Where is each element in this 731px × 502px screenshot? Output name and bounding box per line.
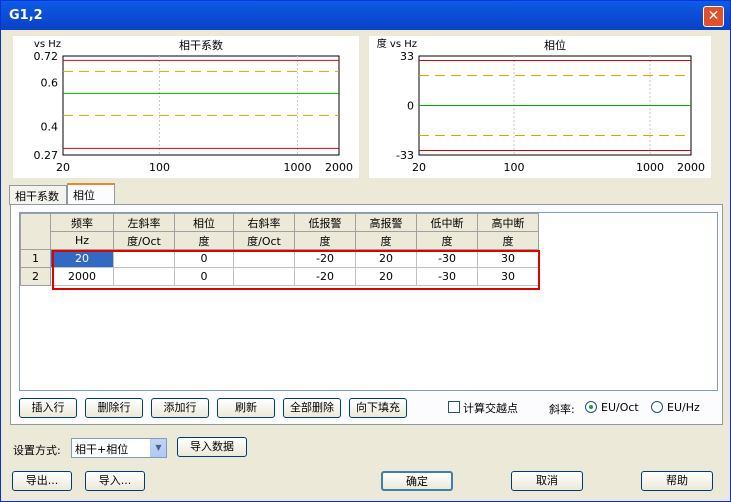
insert-row-button[interactable]: 插入行 — [19, 398, 77, 418]
close-button[interactable]: ✕ — [703, 6, 724, 27]
title-bar: G1,2 ✕ — [1, 1, 730, 30]
col-unit: Hz — [50, 231, 114, 250]
y-tick-label: 0.72 — [34, 50, 59, 63]
tab-phase[interactable]: 相位 — [67, 183, 115, 205]
col-header-frequency: 频率 — [50, 213, 114, 232]
x-tick-label: 20 — [56, 161, 70, 174]
help-button[interactable]: 帮助 — [641, 471, 713, 491]
refresh-button[interactable]: 刷新 — [217, 398, 275, 418]
tab-panel: 频率 左斜率 相位 右斜率 低报警 高报警 低中断 高中断 Hz 度/Oct 度… — [10, 204, 723, 425]
y-tick-label: 0.27 — [34, 149, 59, 162]
row-index[interactable]: 2 — [20, 267, 51, 286]
col-header-high-abort: 高中断 — [477, 213, 539, 232]
row-index[interactable]: 1 — [20, 249, 51, 268]
slope-eu-hz-radio[interactable] — [651, 401, 663, 413]
col-unit: 度/Oct — [233, 231, 295, 250]
x-tick-label: 20 — [412, 161, 426, 174]
dialog-window: G1,2 ✕ 相干系数 vs Hz 0.72 0.6 0.4 0.27 20 100 1000 2… — [0, 0, 731, 502]
table-unit-row: Hz 度/Oct 度 度/Oct 度 度 度 度 — [21, 231, 539, 250]
x-tick-label: 2000 — [677, 161, 705, 174]
calc-crossover-checkbox[interactable] — [448, 401, 460, 413]
chart-title: 相干系数 — [179, 39, 223, 52]
y-tick-label: 0 — [407, 100, 414, 113]
export-button[interactable]: 导出... — [12, 471, 72, 491]
chevron-down-icon[interactable]: ▼ — [150, 439, 166, 457]
y-tick-label: 0.6 — [41, 76, 59, 89]
slope-label: 斜率: — [549, 403, 575, 416]
col-header-low-abort: 低中断 — [416, 213, 478, 232]
col-header-high-alarm: 高报警 — [355, 213, 417, 232]
table-header-row: 频率 左斜率 相位 右斜率 低报警 高报警 低中断 高中断 — [20, 213, 539, 250]
tab-coherence[interactable]: 相干系数 — [9, 185, 67, 205]
x-tick-label: 1000 — [636, 161, 664, 174]
x-tick-label: 1000 — [283, 161, 311, 174]
y-tick-label: 0.4 — [41, 120, 59, 133]
import-button[interactable]: 导入... — [85, 471, 145, 491]
col-unit: 度 — [174, 231, 234, 250]
selection-highlight — [52, 250, 540, 290]
slope-eu-hz-label: EU/Hz — [667, 401, 700, 414]
y-tick-label: 33 — [400, 50, 414, 63]
fill-down-button[interactable]: 向下填充 — [349, 398, 407, 418]
col-unit: 度 — [294, 231, 356, 250]
col-unit: 度 — [355, 231, 417, 250]
slope-eu-oct-label: EU/Oct — [601, 401, 639, 414]
phase-chart: 相位度 vs Hz 33 0 -33 20 100 1000 2000 — [369, 36, 711, 178]
x-tick-label: 2000 — [325, 161, 353, 174]
settings-mode-value: 相干+相位 — [75, 443, 129, 456]
col-header-low-alarm: 低报警 — [294, 213, 356, 232]
settings-mode-label: 设置方式: — [13, 444, 61, 457]
col-header-right-slope: 右斜率 — [233, 213, 295, 232]
col-unit: 度 — [477, 231, 539, 250]
x-tick-label: 100 — [149, 161, 170, 174]
y-axis-label: vs Hz — [34, 39, 61, 50]
y-axis-label: 度 vs Hz — [377, 37, 417, 50]
delete-row-button[interactable]: 删除行 — [85, 398, 143, 418]
col-header-phase: 相位 — [174, 213, 234, 232]
import-data-button[interactable]: 导入数据 — [177, 437, 247, 457]
cancel-button[interactable]: 取消 — [511, 471, 583, 491]
calc-crossover-label: 计算交越点 — [463, 402, 518, 415]
add-row-button[interactable]: 添加行 — [151, 398, 209, 418]
settings-mode-select[interactable]: 相干+相位 ▼ — [71, 438, 167, 458]
col-unit: 度 — [416, 231, 478, 250]
chart-title: 相位 — [544, 38, 566, 52]
corner-cell — [20, 213, 51, 250]
col-unit: 度/Oct — [113, 231, 175, 250]
limits-table: 频率 左斜率 相位 右斜率 低报警 高报警 低中断 高中断 Hz 度/Oct 度… — [19, 212, 718, 391]
ok-button[interactable]: 确定 — [381, 471, 453, 491]
x-tick-label: 100 — [504, 161, 525, 174]
coherence-chart: 相干系数 vs Hz 0.72 0.6 0.4 0.27 20 100 1000 2000 — [13, 36, 359, 178]
slope-eu-oct-radio[interactable] — [585, 401, 597, 413]
delete-all-button[interactable]: 全部删除 — [283, 398, 341, 418]
col-header-left-slope: 左斜率 — [113, 213, 175, 232]
window-title: G1,2 — [9, 8, 43, 23]
